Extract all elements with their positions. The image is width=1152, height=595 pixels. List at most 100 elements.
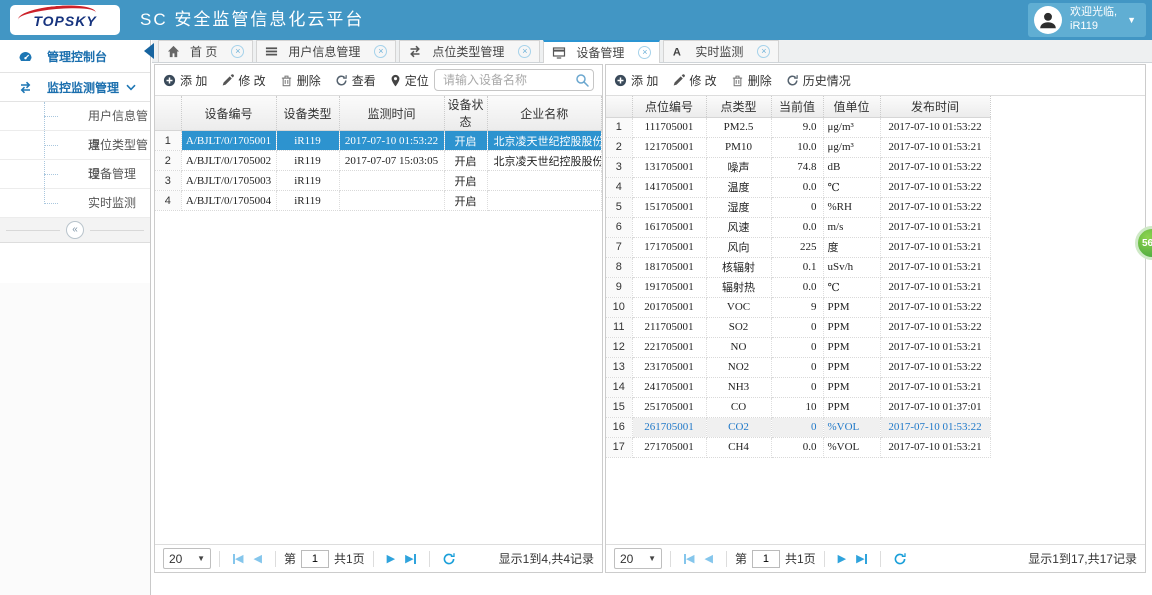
sidebar-collapse-button[interactable]: « [0,218,150,243]
add-button[interactable]: 添 加 [614,72,658,89]
sidebar-collapse-arrow-icon[interactable] [144,43,154,59]
table-row[interactable]: 7 171705001 风向 225 度 2017-07-10 01:53:21 [606,237,991,258]
next-page-button[interactable]: ▶ [387,552,395,565]
column-header[interactable]: 设备状态 [444,96,488,131]
locate-button[interactable]: 定位 [390,72,429,89]
refresh-icon[interactable] [893,552,907,566]
sidebar-item-monitor-mgmt[interactable]: 监控监测管理 [0,73,150,102]
last-page-button[interactable]: ▶ [405,552,416,565]
table-cell: iR119 [276,130,340,151]
tab-realtime[interactable]: A 实时监测 × [663,40,780,62]
tab-device-mgmt[interactable]: 设备管理 × [543,40,661,63]
welcome-text: 欢迎光临, iR119 [1070,6,1117,34]
column-header[interactable]: 当前值 [771,96,824,118]
column-header[interactable]: 点类型 [706,96,772,118]
sidebar-item-device-mgmt[interactable]: 设备管理 [0,160,150,189]
close-icon[interactable]: × [231,45,245,58]
close-icon[interactable]: × [374,45,388,58]
table-row[interactable]: 17 271705001 CH4 0.0 %VOL 2017-07-10 01:53:21 [606,437,991,458]
page-size-select[interactable]: 20 ▼ [614,548,662,569]
row-number: 13 [606,357,633,378]
table-cell: m/s [823,217,881,238]
column-header[interactable]: 设备类型 [276,96,340,131]
table-row[interactable]: 10 201705001 VOC 9 PPM 2017-07-10 01:53:22 [606,297,991,318]
column-header[interactable]: 值单位 [823,96,881,118]
history-button[interactable]: 历史情况 [786,72,851,89]
chevron-down-icon[interactable]: ▼ [1127,15,1136,25]
page-number-input[interactable] [300,549,329,568]
table-row[interactable]: 16 261705001 CO2 0 %VOL 2017-07-10 01:53:22 [606,417,991,438]
prev-page-button[interactable]: ◀ [253,552,261,565]
table-row[interactable]: 1 111705001 PM2.5 9.0 μg/m³ 2017-07-10 01:53:… [606,117,991,138]
search-icon[interactable] [575,73,589,87]
table-cell: 2017-07-10 01:53:22 [880,117,991,138]
table-row[interactable]: 9 191705001 辐射热 0.0 ℃ 2017-07-10 01:53:21 [606,277,991,298]
page-title: SC 安全监管信息化云平台 [140,10,365,29]
prev-page-button[interactable]: ◀ [704,552,712,565]
sidebar-item-user-info[interactable]: 用户信息管理 [0,102,150,152]
sidebar-item-realtime[interactable]: 实时监测 [0,189,150,218]
sidebar-item-point-type[interactable]: 点位类型管理 [0,131,150,181]
row-number: 3 [155,170,182,191]
column-header[interactable]: 监测时间 [339,96,445,131]
first-page-button[interactable]: ◀ [233,552,243,565]
page-number-input[interactable] [751,549,780,568]
table-cell: 10 [771,397,824,418]
close-icon[interactable]: × [757,45,771,58]
edit-button[interactable]: 修 改 [672,72,717,89]
view-button[interactable]: 查看 [335,72,376,89]
column-header[interactable]: 点位编号 [632,96,707,118]
user-menu[interactable]: 欢迎光临, iR119 ▼ [1028,3,1146,37]
refresh-icon[interactable] [442,552,456,566]
row-number: 7 [606,237,633,258]
column-header[interactable]: 设备编号 [181,96,277,131]
button-label: 删除 [747,73,772,88]
table-cell: 北京凌天世纪控股股份有限公司 [487,150,602,171]
table-row[interactable]: 14 241705001 NH3 0 PPM 2017-07-10 01:53:21 [606,377,991,398]
column-header[interactable]: 企业名称 [487,96,602,131]
table-row[interactable]: 1 A/BJLT/0/1705001 iR119 2017-07-10 01:53:2… [155,130,602,151]
delete-button[interactable]: 删除 [731,72,772,89]
first-page-button[interactable]: ◀ [684,552,694,565]
add-button[interactable]: 添 加 [163,72,207,89]
table-row[interactable]: 3 A/BJLT/0/1705003 iR119 开启 [155,170,602,191]
table-cell: CO2 [706,417,772,438]
tab-point-type[interactable]: 点位类型管理 × [399,40,541,62]
table-row[interactable]: 2 A/BJLT/0/1705002 iR119 2017-07-07 15:03:0… [155,150,602,171]
collapse-icon[interactable]: « [66,221,84,239]
column-header[interactable]: 发布时间 [880,96,991,118]
chevron-down-icon: ▼ [648,554,656,563]
edit-button[interactable]: 修 改 [221,72,266,89]
table-cell: 2017-07-10 01:53:21 [880,257,991,278]
table-row[interactable]: 11 211705001 SO2 0 PPM 2017-07-10 01:53:22 [606,317,991,338]
close-icon[interactable]: × [518,45,532,58]
pin-icon [390,74,401,87]
table-cell: 10.0 [771,137,824,158]
table-cell: PPM [823,317,881,338]
next-page-button[interactable]: ▶ [838,552,846,565]
close-icon[interactable]: × [638,46,652,59]
table-row[interactable]: 15 251705001 CO 10 PPM 2017-07-10 01:37:01 [606,397,991,418]
delete-button[interactable]: 删除 [280,72,321,89]
letter-a-icon: A [672,45,685,58]
table-row[interactable]: 8 181705001 核辐射 0.1 uSv/h 2017-07-10 01:53:21 [606,257,991,278]
table-row[interactable]: 13 231705001 NO2 0 PPM 2017-07-10 01:53:22 [606,357,991,378]
page-size-select[interactable]: 20 ▼ [163,548,211,569]
table-cell: 151705001 [632,197,707,218]
sidebar-item-console[interactable]: 管理控制台 [0,40,150,73]
table-cell: 2017-07-10 01:53:21 [880,437,991,458]
table-row[interactable]: 5 151705001 湿度 0 %RH 2017-07-10 01:53:22 [606,197,991,218]
tab-home[interactable]: 首 页 × [158,40,254,62]
tab-user-info[interactable]: 用户信息管理 × [256,40,397,62]
trash-icon [280,74,293,87]
table-cell: 北京凌天世纪控股股份有限公司 [487,130,602,151]
table-row[interactable]: 12 221705001 NO 0 PPM 2017-07-10 01:53:21 [606,337,991,358]
button-label: 历史情况 [802,73,851,88]
table-row[interactable]: 4 141705001 温度 0.0 ℃ 2017-07-10 01:53:22 [606,177,991,198]
search-input[interactable] [434,69,594,91]
table-row[interactable]: 3 131705001 噪声 74.8 dB 2017-07-10 01:53:22 [606,157,991,178]
table-row[interactable]: 4 A/BJLT/0/1705004 iR119 开启 [155,190,602,211]
last-page-button[interactable]: ▶ [856,552,867,565]
table-row[interactable]: 2 121705001 PM10 10.0 μg/m³ 2017-07-10 01:53:… [606,137,991,158]
table-row[interactable]: 6 161705001 风速 0.0 m/s 2017-07-10 01:53:21 [606,217,991,238]
